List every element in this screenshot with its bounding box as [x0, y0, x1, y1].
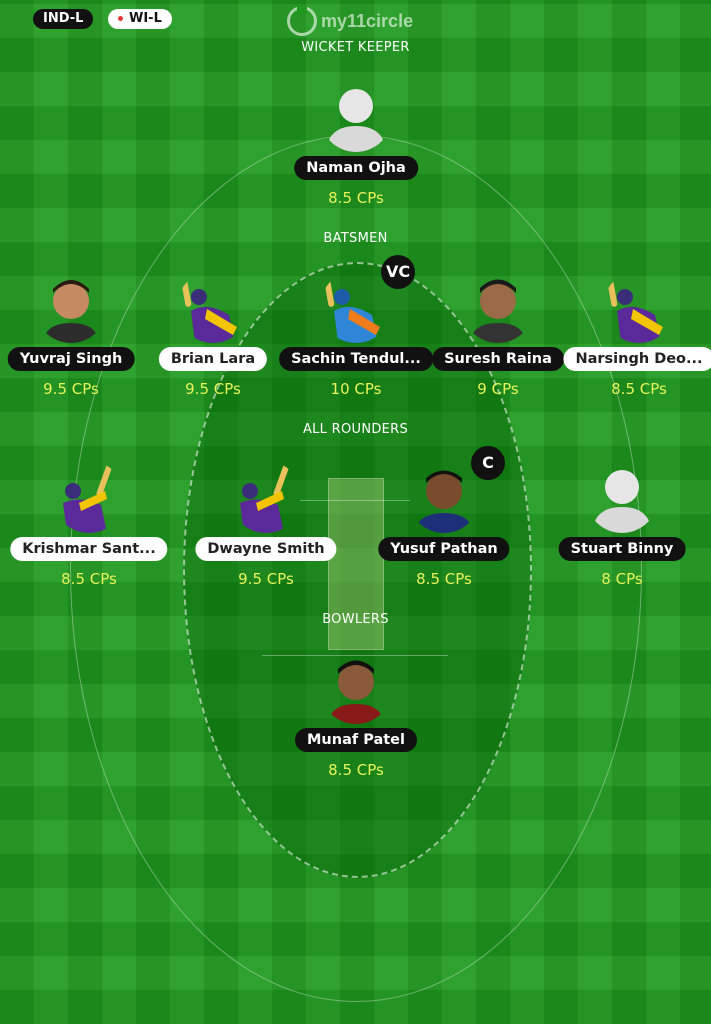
logo-text: my11circle	[321, 10, 414, 31]
batsman-icon	[603, 271, 675, 343]
player-name: Yusuf Pathan	[378, 537, 510, 561]
player-credits: 8.5 CPs	[611, 380, 667, 398]
player-card[interactable]: Suresh Raina 9 CPs	[423, 271, 573, 421]
player-card[interactable]: Munaf Patel 8.5 CPs	[281, 652, 431, 802]
section-title-wicket-keeper: WICKET KEEPER	[301, 40, 410, 55]
section-title-batsmen: BATSMEN	[323, 231, 388, 246]
brand-logo: my11circle	[287, 6, 413, 36]
player-name: Brian Lara	[158, 347, 268, 371]
player-card[interactable]: Stuart Binny 8 CPs	[547, 461, 697, 611]
player-credits: 9.5 CPs	[43, 380, 99, 398]
player-photo	[35, 271, 107, 343]
player-credits: 8.5 CPs	[416, 570, 472, 588]
player-card[interactable]: Yusuf Pathan 8.5 CPs	[369, 461, 519, 611]
player-name: Stuart Binny	[558, 537, 686, 561]
batsman-icon	[230, 461, 302, 533]
player-credits: 8.5 CPs	[328, 761, 384, 779]
player-photo	[408, 461, 480, 533]
batsman-icon	[53, 461, 125, 533]
player-name: Narsingh Deo...	[563, 347, 711, 371]
section-title-all-rounders: ALL ROUNDERS	[302, 422, 409, 437]
batsman-icon	[177, 271, 249, 343]
batsman-icon	[320, 271, 392, 343]
vice-captain-badge: VC	[381, 255, 415, 289]
player-card[interactable]: Krishmar Sant... 8.5 CPs	[10, 461, 168, 611]
player-photo	[462, 271, 534, 343]
player-name: Suresh Raina	[432, 347, 564, 371]
section-title-bowlers: BOWLERS	[322, 612, 389, 627]
player-card[interactable]: Yuvraj Singh 9.5 CPs	[0, 271, 146, 421]
player-credits: 8 CPs	[601, 570, 643, 588]
player-credits: 8.5 CPs	[328, 189, 384, 207]
silhouette-icon	[320, 80, 392, 152]
logo-ring-icon	[287, 6, 317, 36]
player-card[interactable]: Naman Ojha 8.5 CPs	[281, 80, 431, 230]
silhouette-icon	[586, 461, 658, 533]
player-name: Yuvraj Singh	[7, 347, 135, 371]
player-name: Munaf Patel	[295, 728, 417, 752]
team-b-label: WI-L	[129, 11, 162, 26]
team-b-dot-icon	[118, 16, 123, 21]
player-card[interactable]: Sachin Tendul... 10 CPs	[279, 271, 433, 421]
player-credits: 9 CPs	[477, 380, 519, 398]
team-a-chip: IND-L	[33, 9, 94, 29]
player-credits: 10 CPs	[330, 380, 382, 398]
player-card[interactable]: Narsingh Deo... 8.5 CPs	[563, 271, 711, 421]
player-card[interactable]: Brian Lara 9.5 CPs	[138, 271, 288, 421]
player-credits: 9.5 CPs	[238, 570, 294, 588]
team-preview-field: IND-L WI-L my11circle WICKET KEEPER BATS…	[0, 0, 711, 1024]
player-photo	[320, 652, 392, 724]
player-credits: 8.5 CPs	[61, 570, 117, 588]
player-name: Sachin Tendul...	[279, 347, 433, 371]
player-name: Naman Ojha	[294, 156, 418, 180]
captain-badge: C	[471, 446, 505, 480]
player-card[interactable]: Dwayne Smith 9.5 CPs	[191, 461, 341, 611]
team-b-chip: WI-L	[108, 9, 172, 29]
player-name: Krishmar Sant...	[10, 537, 168, 561]
player-credits: 9.5 CPs	[185, 380, 241, 398]
player-name: Dwayne Smith	[195, 537, 337, 561]
